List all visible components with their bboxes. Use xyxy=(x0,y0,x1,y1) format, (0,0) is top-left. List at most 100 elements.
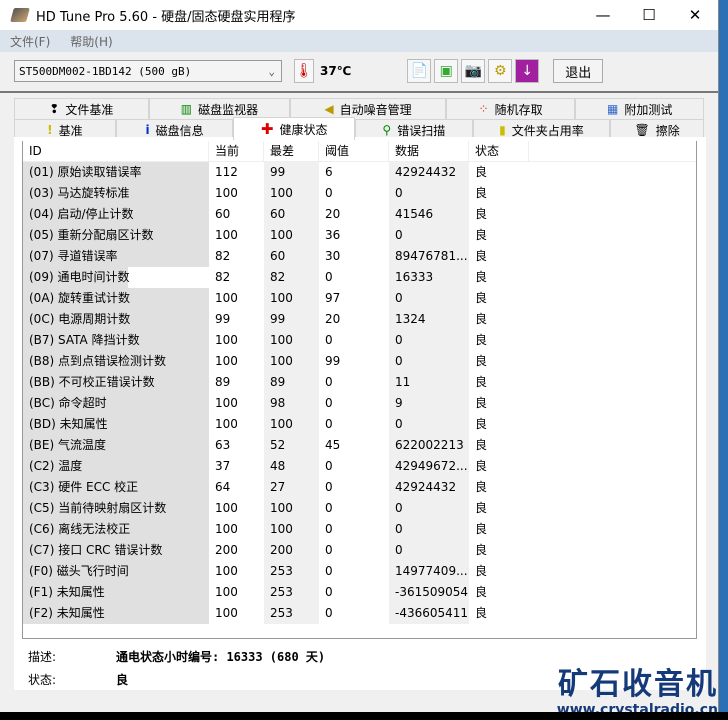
exit-button[interactable]: 退出 xyxy=(553,59,604,83)
tab-disk-monitor[interactable]: ▥ 磁盘监视器 xyxy=(148,98,291,119)
tab-aam[interactable]: ◀ 自动噪音管理 xyxy=(290,98,446,119)
toolbar: ST500DM002-1BD142 (500 gB) ⌄ 🌡 37℃ 📄 ▣ 📷… xyxy=(0,52,718,90)
table-row[interactable]: (C6) 离线无法校正 100 100 0 0 良 xyxy=(23,519,696,540)
taskbar-edge xyxy=(0,712,728,720)
cell-attr-id: (07) 寻道错误率 xyxy=(23,246,209,267)
cell-attr-id: (01) 原始读取错误率 xyxy=(23,162,209,183)
table-row[interactable]: (C2) 温度 37 48 0 42949672... 良 xyxy=(23,456,696,477)
hdtune-window: HD Tune Pro 5.60 - 硬盘/固态硬盘实用程序 — ☐ ✕ 文件(… xyxy=(0,0,719,712)
menu-file[interactable]: 文件(F) xyxy=(10,33,50,50)
extra-tests-icon: ▦ xyxy=(607,102,619,116)
col-current[interactable]: 当前 xyxy=(209,140,264,162)
speaker-icon: ◀ xyxy=(324,102,334,116)
table-row[interactable]: (05) 重新分配扇区计数 100 100 36 0 良 xyxy=(23,225,696,246)
table-row[interactable]: (F0) 磁头飞行时间 100 253 0 14977409... 良 xyxy=(23,561,696,582)
col-id[interactable]: ID xyxy=(23,140,209,162)
table-row[interactable]: (09) 通电时间计数 82 82 0 16333 良 xyxy=(23,267,696,288)
cell-status: 良 xyxy=(475,501,488,515)
file-benchmark-icon: ❢ xyxy=(49,102,60,116)
red-cross-icon: ✚ xyxy=(260,120,274,138)
cell-current: 37 xyxy=(215,459,231,473)
table-row[interactable]: (B8) 点到点错误检测计数 100 100 99 0 良 xyxy=(23,351,696,372)
cell-raw-data: 0 xyxy=(389,330,469,351)
options-icon[interactable]: ⚙ xyxy=(488,59,513,83)
thermometer-icon: 🌡 xyxy=(294,59,314,83)
cell-threshold: 6 xyxy=(325,165,333,179)
cell-current: 100 xyxy=(215,291,238,305)
table-row[interactable]: (F2) 未知属性 100 253 0 -436605411 良 xyxy=(23,603,696,624)
cell-current: 60 xyxy=(215,207,231,221)
table-row[interactable]: (04) 启动/停止计数 60 60 20 41546 良 xyxy=(23,204,696,225)
cell-status: 良 xyxy=(475,291,488,305)
cell-worst: 99 xyxy=(264,162,319,183)
table-row[interactable]: (03) 马达旋转标准 100 100 0 0 良 xyxy=(23,183,696,204)
tab-random-access[interactable]: ⁘ 随机存取 xyxy=(445,98,576,119)
drive-select-value: ST500DM002-1BD142 (500 gB) xyxy=(19,64,192,78)
cell-attr-id: (0A) 旋转重试计数 xyxy=(23,288,209,309)
cell-worst: 82 xyxy=(264,267,319,288)
download-icon[interactable]: ↓ xyxy=(515,59,540,83)
tab-extra-tests[interactable]: ▦ 附加测试 xyxy=(575,98,704,119)
cell-raw-data: 0 xyxy=(389,351,469,372)
col-worst[interactable]: 最差 xyxy=(264,140,319,162)
table-row[interactable]: (BE) 气流温度 63 52 45 622002213 良 xyxy=(23,435,696,456)
cell-status: 良 xyxy=(475,480,488,494)
tab-health[interactable]: ✚ 健康状态 xyxy=(233,117,355,140)
table-row[interactable]: (F1) 未知属性 100 253 0 -361509054 良 xyxy=(23,582,696,603)
cell-attr-id: (C6) 离线无法校正 xyxy=(23,519,209,540)
menu-help[interactable]: 帮助(H) xyxy=(70,33,112,50)
cell-status: 良 xyxy=(475,564,488,578)
table-row[interactable]: (0A) 旋转重试计数 100 100 97 0 良 xyxy=(23,288,696,309)
maximize-button[interactable]: ☐ xyxy=(626,6,672,24)
col-threshold[interactable]: 阈值 xyxy=(319,140,389,162)
cell-raw-data: 1324 xyxy=(389,309,469,330)
table-row[interactable]: (C3) 硬件 ECC 校正 64 27 0 42924432 良 xyxy=(23,477,696,498)
cell-status: 良 xyxy=(475,417,488,431)
cell-raw-data: 0 xyxy=(389,414,469,435)
cell-threshold: 45 xyxy=(325,438,341,452)
table-row[interactable]: (01) 原始读取错误率 112 99 6 42924432 良 xyxy=(23,162,696,183)
table-row[interactable]: (C7) 接口 CRC 错误计数 200 200 0 0 良 xyxy=(23,540,696,561)
copy-info-icon[interactable]: 📄 xyxy=(407,59,432,83)
col-status[interactable]: 状态 xyxy=(469,140,529,162)
table-row[interactable]: (07) 寻道错误率 82 60 30 89476781... 良 xyxy=(23,246,696,267)
cell-status: 良 xyxy=(475,438,488,452)
cell-threshold: 0 xyxy=(325,186,333,200)
table-row[interactable]: (C5) 当前待映射扇区计数 100 100 0 0 良 xyxy=(23,498,696,519)
table-row[interactable]: (BB) 不可校正错误计数 89 89 0 11 良 xyxy=(23,372,696,393)
cell-current: 100 xyxy=(215,522,238,536)
cell-raw-data: 16333 xyxy=(389,267,469,288)
trash-icon: 🗑 xyxy=(634,123,650,137)
random-access-icon: ⁘ xyxy=(478,102,489,116)
cell-threshold: 0 xyxy=(325,417,333,431)
col-data[interactable]: 数据 xyxy=(389,140,469,162)
cell-attr-id: (F1) 未知属性 xyxy=(23,582,209,603)
cell-worst: 48 xyxy=(264,456,319,477)
cell-attr-id: (09) 通电时间计数 xyxy=(23,267,209,288)
cell-status: 良 xyxy=(475,312,488,326)
tab-file-benchmark[interactable]: ❢ 文件基准 xyxy=(14,98,149,119)
table-row[interactable]: (0C) 电源周期计数 99 99 20 1324 良 xyxy=(23,309,696,330)
camera-icon[interactable]: 📷 xyxy=(461,59,486,83)
cell-attr-id: (C7) 接口 CRC 错误计数 xyxy=(23,540,209,561)
table-row[interactable]: (BD) 未知属性 100 100 0 0 良 xyxy=(23,414,696,435)
cell-raw-data: 41546 xyxy=(389,204,469,225)
cell-status: 良 xyxy=(475,249,488,263)
close-button[interactable]: ✕ xyxy=(672,6,718,24)
cell-current: 100 xyxy=(215,501,238,515)
cell-threshold: 20 xyxy=(325,207,341,221)
cell-threshold: 97 xyxy=(325,291,341,305)
cell-current: 82 xyxy=(215,270,231,284)
cell-attr-id: (C3) 硬件 ECC 校正 xyxy=(23,477,209,498)
drive-select[interactable]: ST500DM002-1BD142 (500 gB) ⌄ xyxy=(14,60,282,82)
cell-raw-data: -436605411 xyxy=(389,603,469,624)
tab-strip: ❢ 文件基准 ▥ 磁盘监视器 ◀ 自动噪音管理 ⁘ 随机存取 ▦ 附加测试 ! 基准 i 磁盘… xyxy=(0,93,718,140)
table-row[interactable]: (B7) SATA 降挡计数 100 100 0 0 良 xyxy=(23,330,696,351)
table-row[interactable]: (BC) 命令超时 100 98 0 9 良 xyxy=(23,393,696,414)
cell-threshold: 0 xyxy=(325,333,333,347)
minimize-button[interactable]: — xyxy=(580,6,626,24)
cell-attr-id: (C2) 温度 xyxy=(23,456,209,477)
cell-threshold: 0 xyxy=(325,585,333,599)
cell-worst: 60 xyxy=(264,246,319,267)
copy-screenshot-icon[interactable]: ▣ xyxy=(434,59,459,83)
